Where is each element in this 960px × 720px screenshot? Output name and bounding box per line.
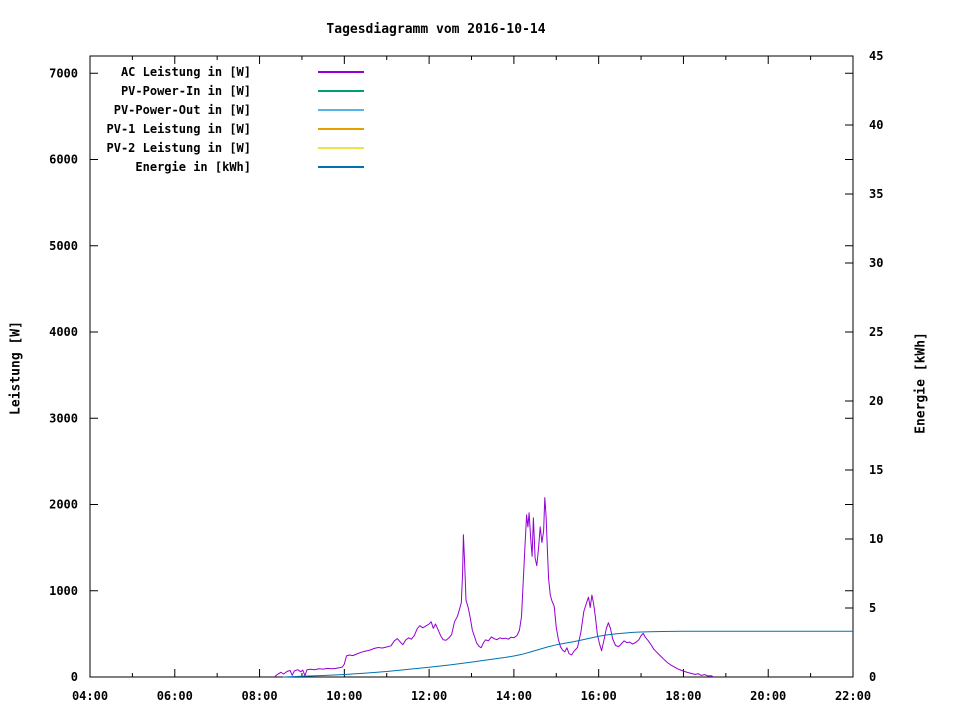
y-left-tick-label: 0 [71, 670, 78, 684]
x-axis-tick-label: 18:00 [665, 689, 701, 703]
legend-label: AC Leistung in [W] [120, 64, 251, 79]
x-axis-tick-label: 16:00 [581, 689, 617, 703]
series-line-ac-leistung-in-w [274, 497, 715, 678]
series-line-energie-in-kwh [282, 630, 853, 678]
y-left-tick-label: 2000 [49, 498, 78, 512]
legend-color-line [318, 70, 364, 73]
x-axis-tick-label: 14:00 [496, 689, 532, 703]
y-right-tick-label: 25 [869, 325, 883, 339]
x-axis-tick-label: 06:00 [157, 689, 193, 703]
x-axis-tick-label: 20:00 [750, 689, 786, 703]
legend-item-pv-power-out-in-w: PV-Power-Out in [W] [90, 100, 364, 119]
chart-title: Tagesdiagramm vom 2016-10-14 [326, 22, 546, 37]
x-axis-tick-label: 10:00 [326, 689, 362, 703]
legend-color-line [318, 89, 364, 92]
y-left-tick-label: 4000 [49, 325, 78, 339]
legend-item-ac-leistung-in-w: AC Leistung in [W] [90, 62, 364, 81]
legend-item-pv-2-leistung-in-w: PV-2 Leistung in [W] [90, 138, 364, 157]
chart-page: 04:00 06:00 08:00 10:00 12:00 14:00 16:00 18:00… [0, 0, 960, 720]
legend-color-line [318, 127, 364, 130]
y-right-tick-label: 15 [869, 463, 883, 477]
legend-label: Energie in [kWh] [135, 159, 251, 174]
y-right-tick-label: 45 [869, 49, 883, 63]
y-right-tick-label: 35 [869, 187, 883, 201]
chart-legend: AC Leistung in [W] PV-Power-In in [W] PV-P… [90, 62, 364, 176]
legend-label: PV-1 Leistung in [W] [106, 121, 252, 136]
y-right-tick-label: 40 [869, 118, 883, 132]
y-right-tick-label: 30 [869, 256, 883, 270]
y-axis-right-title: Energie [kWh] [913, 332, 929, 434]
y-right-tick-label: 5 [869, 601, 876, 615]
legend-label: PV-2 Leistung in [W] [106, 140, 252, 155]
y-axis-left-title: Leistung [W] [8, 321, 24, 415]
y-left-tick-label: 5000 [49, 239, 78, 253]
x-axis-tick-label: 04:00 [72, 689, 108, 703]
legend-color-line [318, 165, 364, 168]
x-axis-tick-label: 12:00 [411, 689, 447, 703]
legend-color-line [318, 146, 364, 149]
legend-item-pv-1-leistung-in-w: PV-1 Leistung in [W] [90, 119, 364, 138]
legend-item-pv-power-in-in-w: PV-Power-In in [W] [90, 81, 364, 100]
y-right-tick-label: 20 [869, 394, 883, 408]
legend-label: PV-Power-Out in [W] [113, 102, 251, 117]
legend-item-energie-in-kwh: Energie in [kWh] [90, 157, 364, 176]
x-axis-tick-label: 22:00 [835, 689, 871, 703]
y-right-tick-label: 0 [869, 670, 876, 684]
legend-color-line [318, 108, 364, 111]
legend-label: PV-Power-In in [W] [120, 83, 251, 98]
y-right-tick-label: 10 [869, 532, 883, 546]
x-axis-tick-label: 08:00 [241, 689, 277, 703]
y-left-tick-label: 6000 [49, 153, 78, 167]
y-left-tick-label: 3000 [49, 411, 78, 425]
y-left-tick-label: 7000 [49, 66, 78, 80]
y-left-tick-label: 1000 [49, 584, 78, 598]
